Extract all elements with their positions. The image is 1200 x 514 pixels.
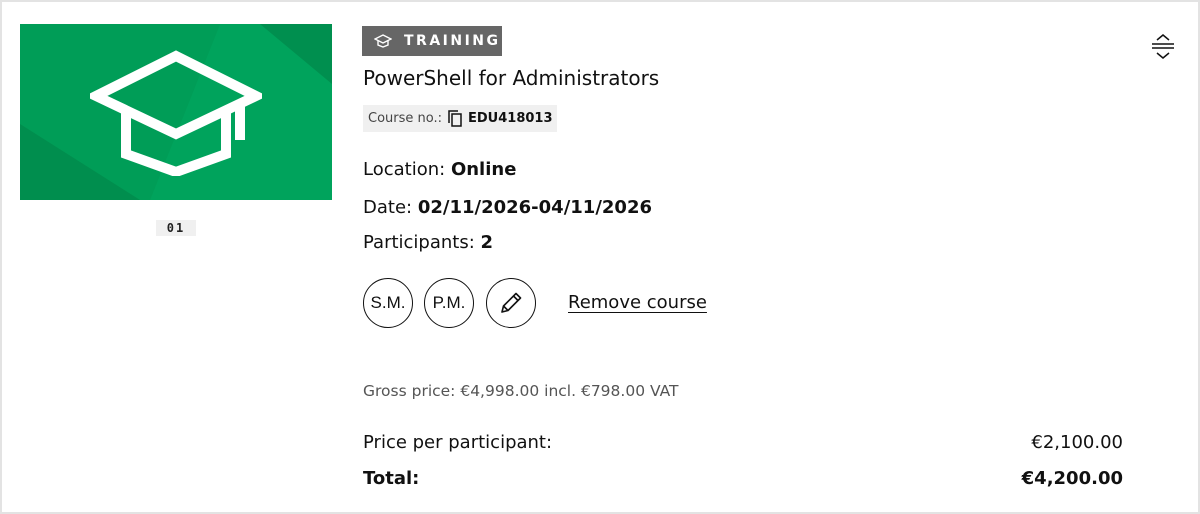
training-badge: TRAINING xyxy=(362,26,502,56)
copy-icon[interactable] xyxy=(448,110,462,127)
course-number-label: Course no.: xyxy=(368,111,442,126)
edit-participants-button[interactable] xyxy=(486,278,536,328)
pencil-icon xyxy=(501,292,522,313)
total-label: Total: xyxy=(363,468,420,489)
course-number: Course no.: EDU418013 xyxy=(363,105,557,132)
participant-avatar-pm[interactable]: P.M. xyxy=(424,278,474,328)
price-per-participant-value: €2,100.00 xyxy=(1031,432,1123,453)
location-line: Location: Online xyxy=(363,159,516,180)
price-per-participant-row: Price per participant: €2,100.00 xyxy=(363,432,1123,453)
participants-label: Participants: xyxy=(363,232,475,253)
participants-line: Participants: 2 xyxy=(363,232,493,253)
price-per-participant-label: Price per participant: xyxy=(363,432,553,453)
remove-course-link[interactable]: Remove course xyxy=(568,292,707,313)
participants-value: 2 xyxy=(480,232,494,253)
course-title: PowerShell for Administrators xyxy=(363,66,660,90)
date-line: Date: 02/11/2026-04/11/2026 xyxy=(363,197,652,218)
gross-price: Gross price: €4,998.00 incl. €798.00 VAT xyxy=(363,382,679,400)
total-row: Total: €4,200.00 xyxy=(363,468,1123,489)
date-label: Date: xyxy=(363,197,413,218)
course-number-value: EDU418013 xyxy=(468,111,553,126)
cart-item-card: 01 TRAINING PowerShell for Administrator… xyxy=(0,0,1200,514)
graduation-cap-icon xyxy=(374,34,392,48)
location-value: Online xyxy=(450,159,517,180)
item-index: 01 xyxy=(156,220,196,236)
date-value: 02/11/2026-04/11/2026 xyxy=(417,197,652,218)
course-thumbnail xyxy=(20,24,332,200)
badge-label: TRAINING xyxy=(404,33,501,49)
total-value: €4,200.00 xyxy=(1021,468,1123,489)
graduation-cap-icon xyxy=(90,50,262,176)
location-label: Location: xyxy=(363,159,446,180)
participant-avatar-sm[interactable]: S.M. xyxy=(363,278,413,328)
collapse-toggle-icon[interactable] xyxy=(1148,32,1178,62)
